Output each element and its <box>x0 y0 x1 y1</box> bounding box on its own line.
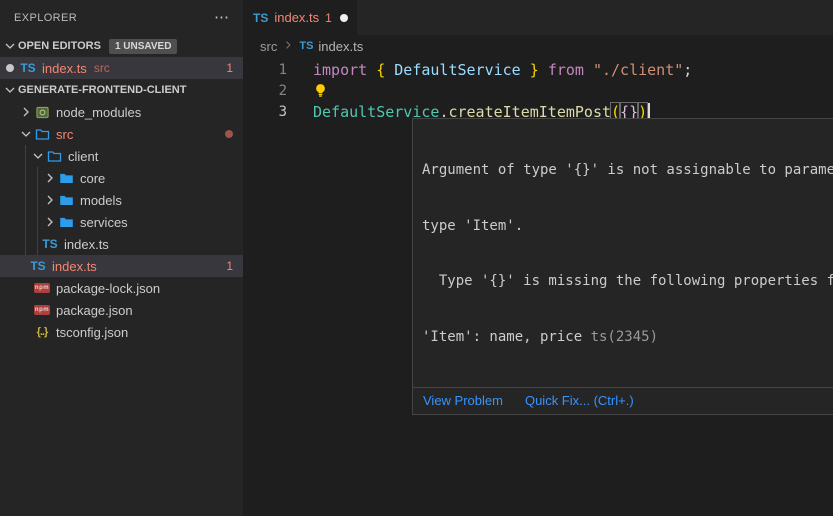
typescript-icon: TS <box>253 11 268 25</box>
error-message-line: Argument of type '{}' is not assignable … <box>422 161 833 180</box>
token-brace: { <box>376 61 394 79</box>
open-editor-item-index-ts[interactable]: TS index.ts src 1 <box>0 57 243 79</box>
json-icon: {..} <box>34 324 50 340</box>
tree-item-services[interactable]: services <box>0 211 243 233</box>
tree-item-label: models <box>80 193 122 208</box>
error-hover-tooltip: Argument of type '{}' is not assignable … <box>412 118 833 415</box>
more-actions-icon[interactable]: ⋯ <box>214 10 229 25</box>
npm-icon: npm <box>34 280 50 296</box>
quick-fix-link[interactable]: Quick Fix... (Ctrl+.) <box>525 393 634 408</box>
breadcrumb: src TS index.ts <box>243 35 833 57</box>
problems-count-badge: 1 <box>226 61 233 75</box>
open-editor-description: src <box>94 61 110 75</box>
chevron-down-icon <box>2 82 18 98</box>
explorer-sidebar: EXPLORER ⋯ OPEN EDITORS 1 UNSAVED TS ind… <box>0 0 243 516</box>
token-keyword: import <box>313 61 376 79</box>
folder-icon <box>58 170 74 186</box>
code-line-1[interactable]: 1 import { DefaultService } from "./clie… <box>243 59 833 80</box>
tree-item-label: client <box>68 149 98 164</box>
project-section-header[interactable]: GENERATE-FRONTEND-CLIENT <box>0 79 243 101</box>
code-line-2[interactable]: 2 <box>243 80 833 101</box>
tree-item-label: src <box>56 127 73 142</box>
lightbulb-icon[interactable] <box>313 83 328 98</box>
chevron-right-icon <box>18 104 34 120</box>
explorer-title: EXPLORER <box>14 12 77 24</box>
error-message: Argument of type '{}' is not assignable … <box>413 119 833 387</box>
tab-label: index.ts <box>274 10 319 25</box>
modified-dot-icon[interactable] <box>340 14 348 22</box>
typescript-icon: TS <box>299 40 313 52</box>
token-string: "./client" <box>593 61 683 79</box>
tree-item-core[interactable]: core <box>0 167 243 189</box>
tree-item-client[interactable]: client <box>0 145 243 167</box>
tree-item-package-json[interactable]: npm package.json <box>0 299 243 321</box>
vscode-window: { "colors": { "editor_bg": "#1e1e1e", "s… <box>0 0 833 516</box>
line-number: 2 <box>243 83 313 99</box>
chevron-right-icon <box>42 192 58 208</box>
tree-item-label: index.ts <box>52 259 97 274</box>
tree-item-models[interactable]: models <box>0 189 243 211</box>
folder-icon <box>58 192 74 208</box>
tree-item-src-index-ts[interactable]: TS index.ts 1 <box>0 255 243 277</box>
chevron-right-icon <box>42 170 58 186</box>
tree-item-label: package-lock.json <box>56 281 160 296</box>
line-number: 1 <box>243 62 313 78</box>
tab-index-ts[interactable]: TS index.ts 1 <box>243 0 357 35</box>
project-name-label: GENERATE-FRONTEND-CLIENT <box>18 84 186 96</box>
folder-open-icon <box>46 148 62 164</box>
error-message-line: type 'Item'. <box>422 217 833 236</box>
tree-item-label: node_modules <box>56 105 141 120</box>
tree-item-label: tsconfig.json <box>56 325 128 340</box>
file-tree: node_modules src client <box>0 101 243 343</box>
npm-icon: npm <box>34 302 50 318</box>
breadcrumb-separator-icon <box>282 39 294 54</box>
hover-action-bar: View Problem Quick Fix... (Ctrl+.) <box>413 387 833 414</box>
tree-item-label: index.ts <box>64 237 109 252</box>
folder-open-icon <box>34 126 50 142</box>
tree-item-tsconfig-json[interactable]: {..} tsconfig.json <box>0 321 243 343</box>
unsaved-dot-icon <box>6 64 14 72</box>
error-message-line: Type '{}' is missing the following prope… <box>422 272 833 291</box>
view-problem-link[interactable]: View Problem <box>423 393 503 408</box>
token-import-binding: DefaultService <box>394 61 520 79</box>
chevron-down-icon <box>2 38 18 54</box>
typescript-icon: TS <box>42 236 58 252</box>
tree-item-node-modules[interactable]: node_modules <box>0 101 243 123</box>
tree-item-src[interactable]: src <box>0 123 243 145</box>
folder-error-dot <box>225 130 233 138</box>
token-keyword: from <box>548 61 593 79</box>
error-message-line: 'Item': name, price ts(2345) <box>422 328 833 347</box>
token-brace: } <box>521 61 548 79</box>
token-punctuation: ; <box>683 61 692 79</box>
breadcrumb-file[interactable]: index.ts <box>318 39 363 54</box>
code-editor: 1 import { DefaultService } from "./clie… <box>243 57 833 122</box>
tab-bar: TS index.ts 1 <box>243 0 833 35</box>
tree-item-label: core <box>80 171 105 186</box>
open-editors-label: OPEN EDITORS <box>18 40 101 52</box>
node-modules-folder-icon <box>34 104 50 120</box>
chevron-down-icon <box>18 126 34 142</box>
tree-item-client-index-ts[interactable]: TS index.ts <box>0 233 243 255</box>
unsaved-count-badge: 1 UNSAVED <box>109 39 178 54</box>
tab-problems-badge: 1 <box>325 11 332 25</box>
tree-item-package-lock-json[interactable]: npm package-lock.json <box>0 277 243 299</box>
problems-count-badge: 1 <box>226 259 233 273</box>
sidebar-header: EXPLORER ⋯ <box>0 0 243 35</box>
typescript-icon: TS <box>20 60 36 76</box>
folder-icon <box>58 214 74 230</box>
typescript-icon: TS <box>30 258 46 274</box>
open-editor-filename: index.ts <box>42 61 87 76</box>
tree-item-label: services <box>80 215 128 230</box>
error-code: ts(2345) <box>591 329 658 345</box>
chevron-down-icon <box>30 148 46 164</box>
tree-item-label: package.json <box>56 303 133 318</box>
open-editors-section-header[interactable]: OPEN EDITORS 1 UNSAVED <box>0 35 243 57</box>
breadcrumb-folder[interactable]: src <box>260 39 277 54</box>
chevron-right-icon <box>42 214 58 230</box>
line-number: 3 <box>243 104 313 120</box>
